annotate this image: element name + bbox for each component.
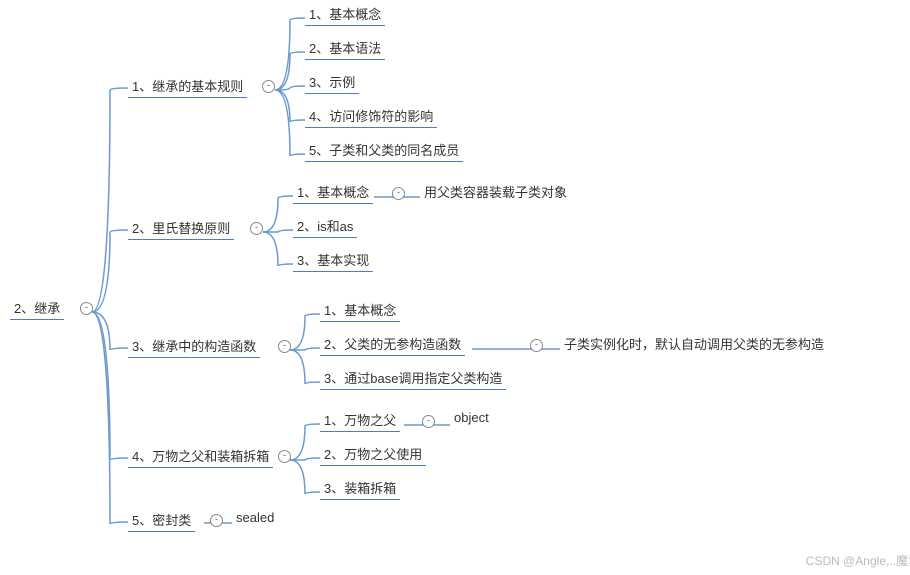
branch-node: 5、密封类 bbox=[128, 508, 195, 532]
toggle-icon[interactable]: - bbox=[278, 340, 291, 353]
leaf-node: 1、基本概念 bbox=[293, 180, 373, 204]
leaf-label: 3、基本实现 bbox=[297, 253, 369, 268]
branch-label: 4、万物之父和装箱拆箱 bbox=[132, 449, 269, 464]
toggle-icon[interactable]: - bbox=[392, 187, 405, 200]
leaf-node: 3、示例 bbox=[305, 70, 359, 94]
leaf-node: 2、is和as bbox=[293, 214, 357, 238]
toggle-icon[interactable]: - bbox=[262, 80, 275, 93]
leaf-label: 3、示例 bbox=[309, 75, 355, 90]
leaf-label: 3、装箱拆箱 bbox=[324, 481, 396, 496]
toggle-icon[interactable]: - bbox=[80, 302, 93, 315]
leaf-node: 3、通过base调用指定父类构造 bbox=[320, 366, 506, 390]
branch-node: 2、里氏替换原则 bbox=[128, 216, 234, 240]
branch-label: 1、继承的基本规则 bbox=[132, 79, 243, 94]
leaf-node: 1、基本概念 bbox=[320, 298, 400, 322]
root-label: 2、继承 bbox=[14, 301, 60, 316]
leaf-node: 2、父类的无参构造函数 bbox=[320, 332, 465, 356]
leaf-label: 2、父类的无参构造函数 bbox=[324, 337, 461, 352]
note-node: sealed bbox=[232, 508, 278, 527]
toggle-icon[interactable]: - bbox=[250, 222, 263, 235]
leaf-node: 1、万物之父 bbox=[320, 408, 400, 432]
branch-label: 2、里氏替换原则 bbox=[132, 221, 230, 236]
leaf-label: 3、通过base调用指定父类构造 bbox=[324, 371, 502, 386]
note-node: 用父类容器装载子类对象 bbox=[420, 180, 571, 203]
toggle-icon[interactable]: - bbox=[530, 339, 543, 352]
leaf-label: 5、子类和父类的同名成员 bbox=[309, 143, 459, 158]
watermark-text: CSDN @Angle,..魔君 bbox=[806, 554, 910, 568]
leaf-label: 1、基本概念 bbox=[309, 7, 381, 22]
leaf-node: 2、万物之父使用 bbox=[320, 442, 426, 466]
branch-label: 5、密封类 bbox=[132, 513, 191, 528]
leaf-label: 1、万物之父 bbox=[324, 413, 396, 428]
note-node: object bbox=[450, 408, 493, 427]
root-node: 2、继承 bbox=[10, 296, 64, 320]
branch-node: 1、继承的基本规则 bbox=[128, 74, 247, 98]
branch-node: 4、万物之父和装箱拆箱 bbox=[128, 444, 273, 468]
note-label: 用父类容器装载子类对象 bbox=[424, 185, 567, 200]
note-label: object bbox=[454, 410, 489, 425]
leaf-label: 1、基本概念 bbox=[324, 303, 396, 318]
leaf-node: 2、基本语法 bbox=[305, 36, 385, 60]
leaf-node: 4、访问修饰符的影响 bbox=[305, 104, 437, 128]
toggle-icon[interactable]: - bbox=[278, 450, 291, 463]
leaf-label: 2、基本语法 bbox=[309, 41, 381, 56]
branch-node: 3、继承中的构造函数 bbox=[128, 334, 260, 358]
note-label: sealed bbox=[236, 510, 274, 525]
leaf-label: 2、万物之父使用 bbox=[324, 447, 422, 462]
leaf-label: 4、访问修饰符的影响 bbox=[309, 109, 433, 124]
leaf-node: 5、子类和父类的同名成员 bbox=[305, 138, 463, 162]
leaf-label: 1、基本概念 bbox=[297, 185, 369, 200]
note-node: 子类实例化时，默认自动调用父类的无参构造 bbox=[560, 332, 828, 355]
note-label: 子类实例化时，默认自动调用父类的无参构造 bbox=[564, 337, 824, 352]
leaf-label: 2、is和as bbox=[297, 219, 353, 234]
branch-label: 3、继承中的构造函数 bbox=[132, 339, 256, 354]
leaf-node: 3、装箱拆箱 bbox=[320, 476, 400, 500]
toggle-icon[interactable]: - bbox=[422, 415, 435, 428]
toggle-icon[interactable]: - bbox=[210, 514, 223, 527]
leaf-node: 3、基本实现 bbox=[293, 248, 373, 272]
leaf-node: 1、基本概念 bbox=[305, 2, 385, 26]
